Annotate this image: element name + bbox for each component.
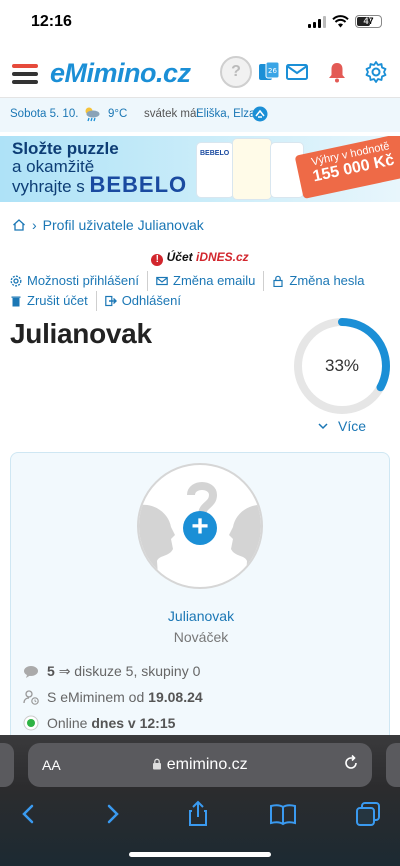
login-options-link[interactable]: Možnosti přihlášení — [10, 271, 148, 291]
nameday-names: Eliška, Elza — [196, 108, 256, 120]
user-clock-icon — [23, 690, 39, 705]
user-avatar[interactable]: ? — [220, 56, 252, 88]
nameday-label: svátek má: — [144, 108, 200, 120]
home-indicator[interactable] — [129, 852, 271, 857]
online-stat: Online dnes v 12:15 — [23, 715, 175, 731]
idnes-account-label: Účet — [166, 250, 193, 264]
member-since-stat: S eMiminem od 19.08.24 — [23, 689, 203, 705]
status-bar: 12:16 47 — [0, 0, 400, 48]
banner-line3: vyhrajte s — [12, 177, 85, 196]
gear-icon — [10, 275, 22, 287]
completion-percent: 33% — [324, 356, 360, 375]
idnes-account-header: ! Účet iDNES.cz — [0, 250, 400, 266]
banner-brand: BEBELO — [89, 172, 188, 197]
ad-banner[interactable]: Složte puzzle a okamžitě vyhrajte s BEBE… — [0, 136, 400, 202]
envelope-icon — [156, 276, 168, 286]
back-arrow-icon[interactable] — [13, 799, 43, 829]
member-since-date: 19.08.24 — [148, 689, 203, 705]
discussions-count: 5 — [47, 663, 55, 679]
cards-icon[interactable]: 26 — [257, 60, 281, 84]
bookmarks-icon[interactable] — [268, 799, 298, 829]
home-icon[interactable] — [12, 218, 26, 232]
logout-link[interactable]: Odhlášení — [104, 291, 189, 311]
more-label: Více — [338, 418, 367, 434]
change-email-link[interactable]: Změna emailu — [156, 271, 265, 291]
status-icons: 47 — [308, 15, 382, 28]
profile-username: Julianovak — [10, 318, 152, 349]
product-label: BEBELO — [200, 150, 230, 157]
product-image — [232, 138, 272, 200]
idnes-brand: iDNES.cz — [196, 250, 249, 264]
card-username[interactable]: Julianovak — [11, 608, 391, 624]
chevron-down-icon — [318, 423, 328, 430]
forward-arrow-icon[interactable] — [98, 799, 128, 829]
bell-icon[interactable] — [325, 60, 349, 84]
address-bar[interactable]: AA emimino.cz — [28, 743, 372, 787]
hamburger-menu-icon[interactable] — [12, 64, 38, 84]
banner-line2: a okamžitě — [12, 157, 95, 176]
info-bar: Sobota 5. 10. 9°C svátek má: Eliška, Elz… — [0, 98, 400, 132]
trash-icon — [11, 296, 21, 307]
speech-bubble-icon — [24, 665, 38, 678]
prize-badge: Výhry v hodnotě 155 000 Kč — [294, 136, 400, 199]
next-tab-pill[interactable] — [386, 743, 400, 787]
breadcrumb-separator: › — [32, 217, 37, 233]
wifi-icon — [332, 15, 349, 28]
padlock-icon — [153, 758, 162, 770]
online-time: dnes v 12:15 — [91, 715, 176, 731]
profile-completion-ring: 33% — [292, 316, 392, 416]
banner-text: Složte puzzle a okamžitě vyhrajte s BEBE… — [12, 140, 187, 196]
discussions-stat: 5 ⇒ diskuze 5, skupiny 0 — [23, 663, 200, 680]
change-password-link[interactable]: Změna hesla — [272, 271, 372, 291]
cancel-account-link[interactable]: Zrušit účet — [10, 291, 97, 311]
url-text: emimino.cz — [28, 756, 372, 774]
member-since-label: S eMiminem od — [47, 689, 145, 705]
breadcrumb-current[interactable]: Profil uživatele Julianovak — [43, 217, 204, 233]
temperature-text: 9°C — [108, 108, 128, 120]
reload-icon[interactable] — [342, 754, 360, 772]
site-header: eMimino.cz ? 26 — [0, 48, 400, 98]
account-links: Možnosti přihlášení Změna emailu Změna h… — [10, 271, 395, 311]
lock-icon — [273, 275, 283, 287]
previous-tab-pill[interactable] — [0, 743, 14, 787]
weather-rain-icon — [85, 107, 100, 122]
idnes-logo-icon: ! — [151, 254, 164, 266]
date-text: Sobota 5. 10. — [10, 108, 79, 120]
site-logo[interactable]: eMimino.cz — [50, 58, 191, 89]
breadcrumb: › Profil uživatele Julianovak — [12, 217, 204, 233]
more-toggle[interactable]: Více — [318, 418, 366, 434]
profile-card: + Julianovak Nováček 5 ⇒ diskuze 5, skup… — [10, 452, 390, 752]
svg-text:26: 26 — [268, 67, 277, 75]
logout-icon — [104, 295, 117, 307]
browser-toolbar: AA emimino.cz — [0, 735, 400, 866]
battery-icon: 47 — [355, 15, 382, 28]
clock: 12:16 — [31, 13, 72, 30]
card-rank: Nováček — [173, 629, 229, 645]
online-label: Online — [47, 715, 88, 731]
tabs-icon[interactable] — [353, 799, 383, 829]
nameday-info-icon[interactable] — [252, 106, 268, 122]
settings-gear-icon[interactable] — [364, 60, 388, 84]
share-icon[interactable] — [183, 799, 213, 829]
profile-avatar-placeholder[interactable]: + — [137, 463, 263, 589]
discussions-detail: ⇒ diskuze 5, skupiny 0 — [58, 663, 201, 679]
add-photo-icon[interactable]: + — [183, 511, 217, 545]
cellular-signal-icon — [308, 15, 326, 28]
online-status-icon — [23, 715, 39, 731]
mail-icon[interactable] — [285, 60, 309, 84]
banner-line1: Složte puzzle — [12, 139, 119, 158]
